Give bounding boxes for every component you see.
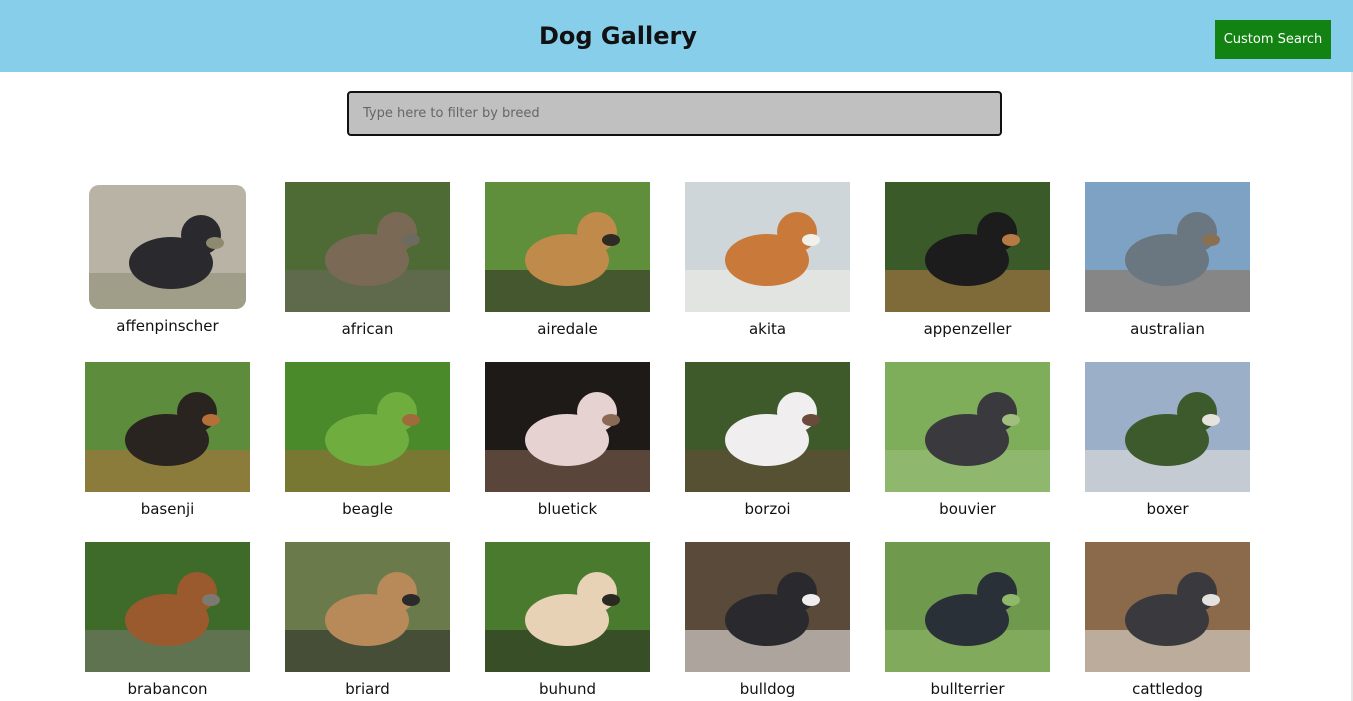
breed-card-appenzeller[interactable]: appenzeller [885,182,1050,338]
dog-snout-shape [1002,594,1020,606]
breed-label: boxer [1146,500,1189,518]
dog-photo[interactable] [485,182,650,312]
breed-label: borzoi [744,500,791,518]
breed-label: beagle [342,500,393,518]
breed-card-bullterrier[interactable]: bullterrier [885,542,1050,698]
dog-photo[interactable] [885,362,1050,492]
dog-photo[interactable] [485,542,650,672]
dog-snout-shape [402,414,420,426]
dog-snout-shape [802,594,820,606]
breed-card-african[interactable]: african [285,182,450,338]
dog-snout-shape [202,414,220,426]
breed-label: appenzeller [923,320,1012,338]
breed-card-bouvier[interactable]: bouvier [885,362,1050,518]
dog-snout-shape [1002,234,1020,246]
dog-photo-graphic [285,542,450,672]
dog-photo-graphic [485,182,650,312]
dog-photo-graphic [1085,542,1250,672]
app-header: Dog Gallery Custom Search [0,0,1353,72]
dog-photo[interactable] [1085,182,1250,312]
dog-photo-graphic [685,182,850,312]
breed-card-beagle[interactable]: beagle [285,362,450,518]
dog-photo[interactable] [685,362,850,492]
custom-search-button[interactable]: Custom Search [1215,20,1331,59]
breed-card-akita[interactable]: akita [685,182,850,338]
breed-card-boxer[interactable]: boxer [1085,362,1250,518]
dog-photo-graphic [885,182,1050,312]
breed-label: affenpinscher [116,317,219,335]
dog-photo-graphic [285,182,450,312]
breed-label: airedale [537,320,598,338]
dog-photo[interactable] [1085,362,1250,492]
breed-card-basenji[interactable]: basenji [85,362,250,518]
dog-snout-shape [802,414,820,426]
breed-label: brabancon [127,680,208,698]
dog-photo-graphic [1085,362,1250,492]
breed-filter-input[interactable] [347,91,1002,136]
dog-snout-shape [402,594,420,606]
dog-photo[interactable] [85,362,250,492]
dog-snout-shape [206,237,224,249]
dog-photo-graphic [285,362,450,492]
dog-snout-shape [1202,414,1220,426]
breed-card-airedale[interactable]: airedale [485,182,650,338]
breed-label: bulldog [739,680,796,698]
dog-photo-graphic [85,362,250,492]
dog-photo[interactable] [885,182,1050,312]
dog-photo-graphic [1085,182,1250,312]
dog-snout-shape [1002,414,1020,426]
breed-card-bulldog[interactable]: bulldog [685,542,850,698]
dog-snout-shape [602,234,620,246]
dog-snout-shape [602,594,620,606]
breed-card-briard[interactable]: briard [285,542,450,698]
dog-photo[interactable] [885,542,1050,672]
dog-photo[interactable] [89,185,246,309]
dog-snout-shape [402,234,420,246]
dog-photo-graphic [485,362,650,492]
dog-photo-graphic [885,542,1050,672]
breed-label: bullterrier [930,680,1005,698]
dog-snout-shape [1202,594,1220,606]
dog-photo[interactable] [1085,542,1250,672]
breed-label: basenji [140,500,195,518]
dog-photo-graphic [89,185,246,309]
dog-photo-graphic [885,362,1050,492]
dog-photo[interactable] [685,182,850,312]
dog-photo[interactable] [85,542,250,672]
dog-photo-graphic [685,362,850,492]
breed-label: akita [748,320,787,338]
dog-photo-graphic [485,542,650,672]
breed-label: australian [1130,320,1205,338]
breed-card-affenpinscher[interactable]: affenpinscher [85,182,250,335]
breed-card-cattledog[interactable]: cattledog [1085,542,1250,698]
breed-label: bluetick [537,500,598,518]
dog-photo[interactable] [685,542,850,672]
breed-label: cattledog [1132,680,1203,698]
dog-snout-shape [802,234,820,246]
dog-snout-shape [202,594,220,606]
breed-card-bluetick[interactable]: bluetick [485,362,650,518]
dog-photo[interactable] [285,542,450,672]
dog-snout-shape [602,414,620,426]
breed-card-australian[interactable]: australian [1085,182,1250,338]
dog-photo[interactable] [285,182,450,312]
dog-photo[interactable] [285,362,450,492]
breed-card-brabancon[interactable]: brabancon [85,542,250,698]
dog-snout-shape [1202,234,1220,246]
page-title: Dog Gallery [538,22,698,50]
dog-photo-graphic [685,542,850,672]
breed-label: bouvier [939,500,996,518]
breed-label: briard [345,680,390,698]
breed-card-buhund[interactable]: buhund [485,542,650,698]
breed-label: buhund [538,680,597,698]
breed-label: african [341,320,394,338]
dog-photo[interactable] [485,362,650,492]
breed-card-borzoi[interactable]: borzoi [685,362,850,518]
dog-photo-graphic [85,542,250,672]
